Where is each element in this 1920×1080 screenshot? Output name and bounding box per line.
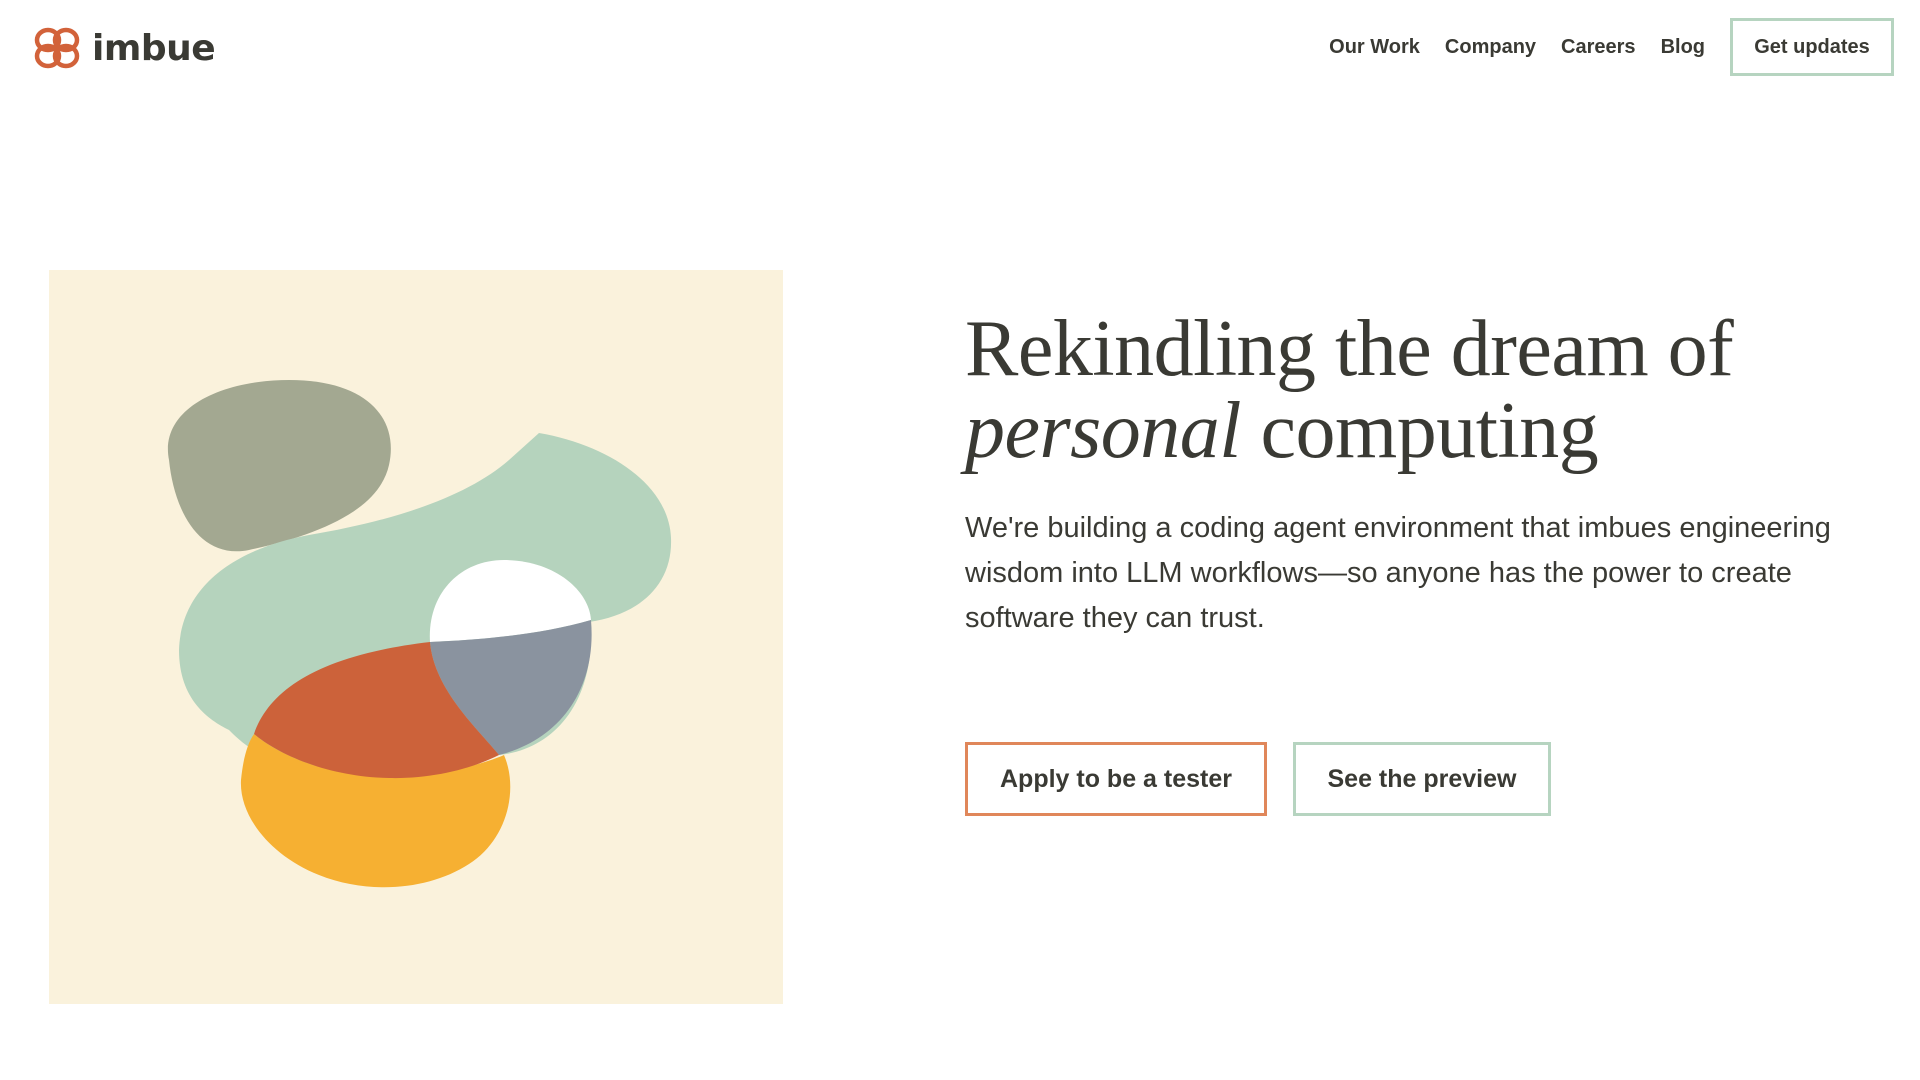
hero-title-line1: Rekindling the dream of <box>965 305 1734 393</box>
hero-title-italic: personal <box>965 387 1242 475</box>
hero-title: Rekindling the dream of personal computi… <box>965 308 1865 472</box>
get-updates-button[interactable]: Get updates <box>1730 18 1894 76</box>
apply-tester-button[interactable]: Apply to be a tester <box>965 742 1267 816</box>
imbue-knot-logo-icon <box>32 25 82 71</box>
hero-title-rest: computing <box>1241 387 1599 475</box>
nav-blog[interactable]: Blog <box>1661 36 1705 59</box>
nav-careers[interactable]: Careers <box>1561 36 1636 59</box>
logo-link[interactable]: imbue <box>32 24 216 72</box>
see-preview-button[interactable]: See the preview <box>1293 742 1551 816</box>
hero-subtitle: We're building a coding agent environmen… <box>965 512 1831 634</box>
nav-our-work[interactable]: Our Work <box>1329 36 1420 59</box>
main-nav: Our Work Company Careers Blog Get update… <box>1304 18 1894 76</box>
brand-name: imbue <box>92 27 216 69</box>
page: imbue Our Work Company Careers Blog Get … <box>0 0 1920 1080</box>
hero-illustration <box>49 270 783 1004</box>
nav-company[interactable]: Company <box>1445 36 1536 59</box>
site-header: imbue Our Work Company Careers Blog Get … <box>0 0 1920 95</box>
